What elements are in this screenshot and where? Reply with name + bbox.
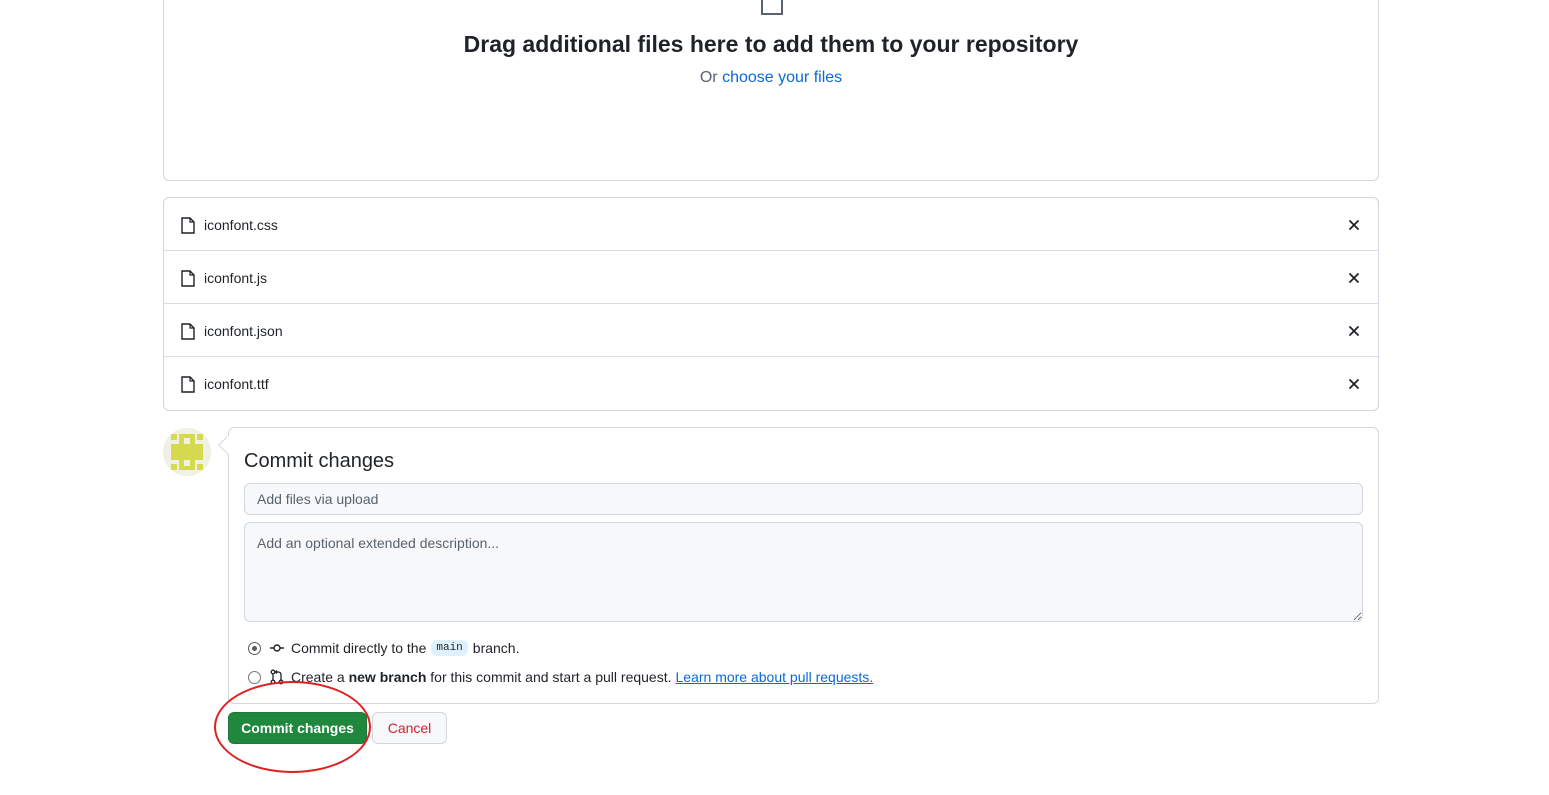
file-row: iconfont.js [164, 251, 1378, 304]
commit-form-title: Commit changes [244, 450, 395, 472]
choose-files-link[interactable]: choose your files [722, 69, 842, 86]
file-name: iconfont.ttf [204, 376, 269, 392]
uploaded-file-list: iconfont.css iconfont.js iconfont.json i… [163, 197, 1379, 411]
file-name: iconfont.js [204, 270, 268, 286]
git-commit-icon [270, 644, 284, 652]
file-row: iconfont.css [164, 198, 1378, 251]
git-pull-request-icon [270, 669, 284, 685]
file-icon [181, 376, 195, 393]
new-branch-prefix: Create a [291, 669, 345, 685]
new-branch-radio[interactable] [248, 670, 261, 684]
avatar [163, 428, 211, 476]
commit-direct-suffix: branch. [472, 640, 520, 656]
file-icon [181, 217, 195, 234]
drop-zone-subtitle: Or choose your files [164, 69, 1378, 87]
branch-name-chip: main [431, 640, 468, 656]
file-icon [761, 0, 783, 15]
learn-more-pull-requests-link[interactable]: Learn more about pull requests. [676, 669, 874, 685]
file-icon [181, 323, 195, 340]
x-icon[interactable] [1346, 376, 1362, 392]
file-icon [181, 270, 195, 287]
file-row: iconfont.json [164, 304, 1378, 357]
commit-description-input[interactable] [244, 522, 1363, 622]
x-icon[interactable] [1346, 323, 1362, 339]
new-branch-bold: new branch [348, 669, 427, 685]
file-name: iconfont.json [204, 323, 283, 339]
identicon-image [163, 428, 211, 476]
commit-direct-prefix: Commit directly to the [291, 640, 427, 656]
file-name: iconfont.css [204, 217, 278, 233]
speech-pointer [218, 435, 238, 455]
new-branch-suffix: for this commit and start a pull request… [430, 669, 672, 685]
commit-changes-button[interactable]: Commit changes [228, 712, 367, 744]
file-row: iconfont.ttf [164, 357, 1378, 410]
cancel-button[interactable]: Cancel [372, 712, 447, 744]
file-drop-zone[interactable]: Drag additional files here to add them t… [163, 0, 1379, 181]
commit-direct-radio[interactable] [248, 641, 261, 655]
commit-direct-option[interactable]: Commit directly to the main branch. [248, 638, 519, 658]
commit-form: Commit changes Commit directly to the ma… [218, 427, 1379, 704]
or-label: Or [699, 69, 718, 86]
commit-summary-input[interactable] [244, 483, 1363, 515]
drop-zone-title: Drag additional files here to add them t… [463, 31, 1079, 57]
new-branch-option[interactable]: Create a new branch for this commit and … [248, 667, 873, 687]
x-icon[interactable] [1346, 270, 1362, 286]
x-icon[interactable] [1346, 217, 1362, 233]
